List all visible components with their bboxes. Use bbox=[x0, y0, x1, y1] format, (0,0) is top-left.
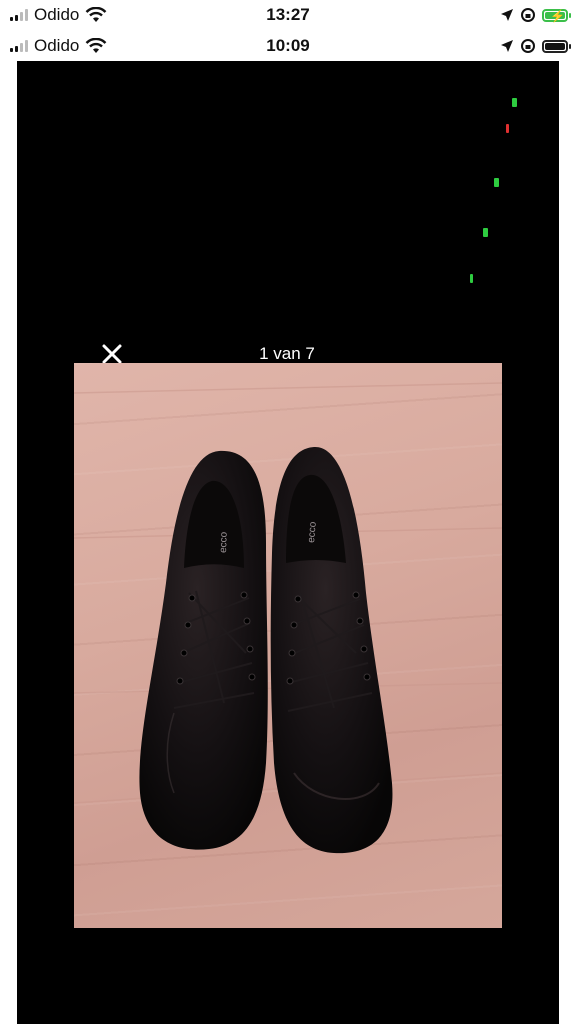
close-icon bbox=[102, 344, 122, 364]
signal-icon bbox=[10, 9, 28, 21]
indicator-dot bbox=[506, 124, 509, 133]
location-arrow-icon bbox=[501, 9, 513, 21]
status-left-inner: Odido bbox=[10, 36, 107, 56]
status-bar-inner: Odido 10:09 bbox=[0, 31, 576, 61]
location-arrow-icon bbox=[501, 40, 513, 52]
signal-icon bbox=[10, 40, 28, 52]
wifi-icon bbox=[85, 38, 107, 53]
status-right: ⚡ bbox=[500, 7, 571, 23]
product-photo[interactable]: ecco ecco bbox=[74, 363, 502, 928]
rotation-lock-icon bbox=[521, 8, 535, 22]
svg-text:ecco: ecco bbox=[306, 521, 319, 543]
left-shoe: ecco bbox=[139, 450, 268, 850]
status-left: Odido bbox=[10, 5, 107, 25]
carrier-label: Odido bbox=[34, 5, 80, 24]
shoes-illustration: ecco ecco bbox=[74, 382, 502, 854]
rotation-lock-icon bbox=[521, 39, 535, 53]
indicator-dot bbox=[494, 178, 499, 187]
battery-icon bbox=[542, 39, 571, 53]
indicator-dot bbox=[483, 228, 488, 237]
status-right-inner bbox=[500, 38, 571, 54]
indicator-dot bbox=[470, 274, 473, 283]
photo-viewer: 1 van 7 ecco ecco bbox=[17, 61, 559, 1024]
right-shoe: ecco bbox=[270, 446, 393, 854]
svg-text:ecco: ecco bbox=[218, 531, 230, 553]
wifi-icon bbox=[85, 7, 107, 22]
status-bar-outer: Odido 13:27 ⚡ bbox=[0, 0, 576, 30]
carrier-label: Odido bbox=[34, 36, 80, 55]
indicator-dot bbox=[512, 98, 517, 107]
battery-charging-icon: ⚡ bbox=[542, 8, 571, 23]
